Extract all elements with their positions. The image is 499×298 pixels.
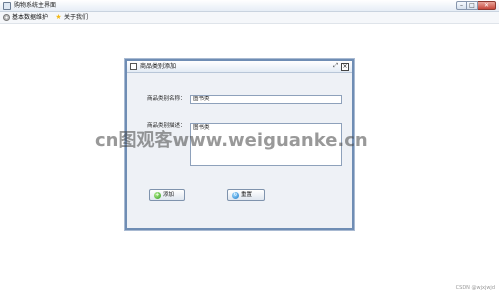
category-name-input[interactable]: 图书类 <box>190 95 342 104</box>
frame-title: 商品类别添加 <box>140 63 177 70</box>
credit-text: CSDN @wjxjwjd <box>455 285 495 291</box>
window-titlebar[interactable]: 购物系统主界面 – □ ✕ <box>0 0 499 12</box>
frame-close-button[interactable]: × <box>341 63 349 71</box>
gear-icon <box>3 14 10 21</box>
add-button-label: 添加 <box>163 191 175 198</box>
category-name-label: 商品类别名称： <box>147 96 186 102</box>
window-title: 购物系统主界面 <box>14 2 57 9</box>
menubar: 基本数据维护 ★ 关于我们 <box>0 12 499 24</box>
add-icon: + <box>154 191 161 199</box>
frame-titlebar[interactable]: 商品类别添加 ⤢ × <box>127 61 352 73</box>
reset-button-label: 重置 <box>241 191 253 198</box>
maximize-button[interactable]: □ <box>467 1 478 10</box>
reset-icon: ↻ <box>232 191 239 199</box>
menu-label: 关于我们 <box>64 13 89 21</box>
restore-icon[interactable]: ⤢ <box>333 62 338 70</box>
star-icon: ★ <box>55 13 62 21</box>
category-desc-label: 商品类别描述： <box>147 123 186 129</box>
menu-basic-data[interactable]: 基本数据维护 <box>3 13 48 23</box>
minimize-button[interactable]: – <box>456 1 467 10</box>
app-icon <box>3 2 11 10</box>
add-button[interactable]: + 添加 <box>149 189 185 201</box>
window-controls: – □ ✕ <box>456 1 496 10</box>
menu-about-us[interactable]: ★ 关于我们 <box>55 13 88 23</box>
frame-icon <box>130 63 137 70</box>
reset-button[interactable]: ↻ 重置 <box>227 189 265 201</box>
watermark-text: cn图观客www.weiguanke.cn <box>95 130 368 151</box>
main-window: 购物系统主界面 – □ ✕ 基本数据维护 ★ 关于我们 商品类别添加 ⤢ × 商… <box>0 0 499 298</box>
close-button[interactable]: ✕ <box>478 1 496 10</box>
menu-label: 基本数据维护 <box>12 13 49 21</box>
